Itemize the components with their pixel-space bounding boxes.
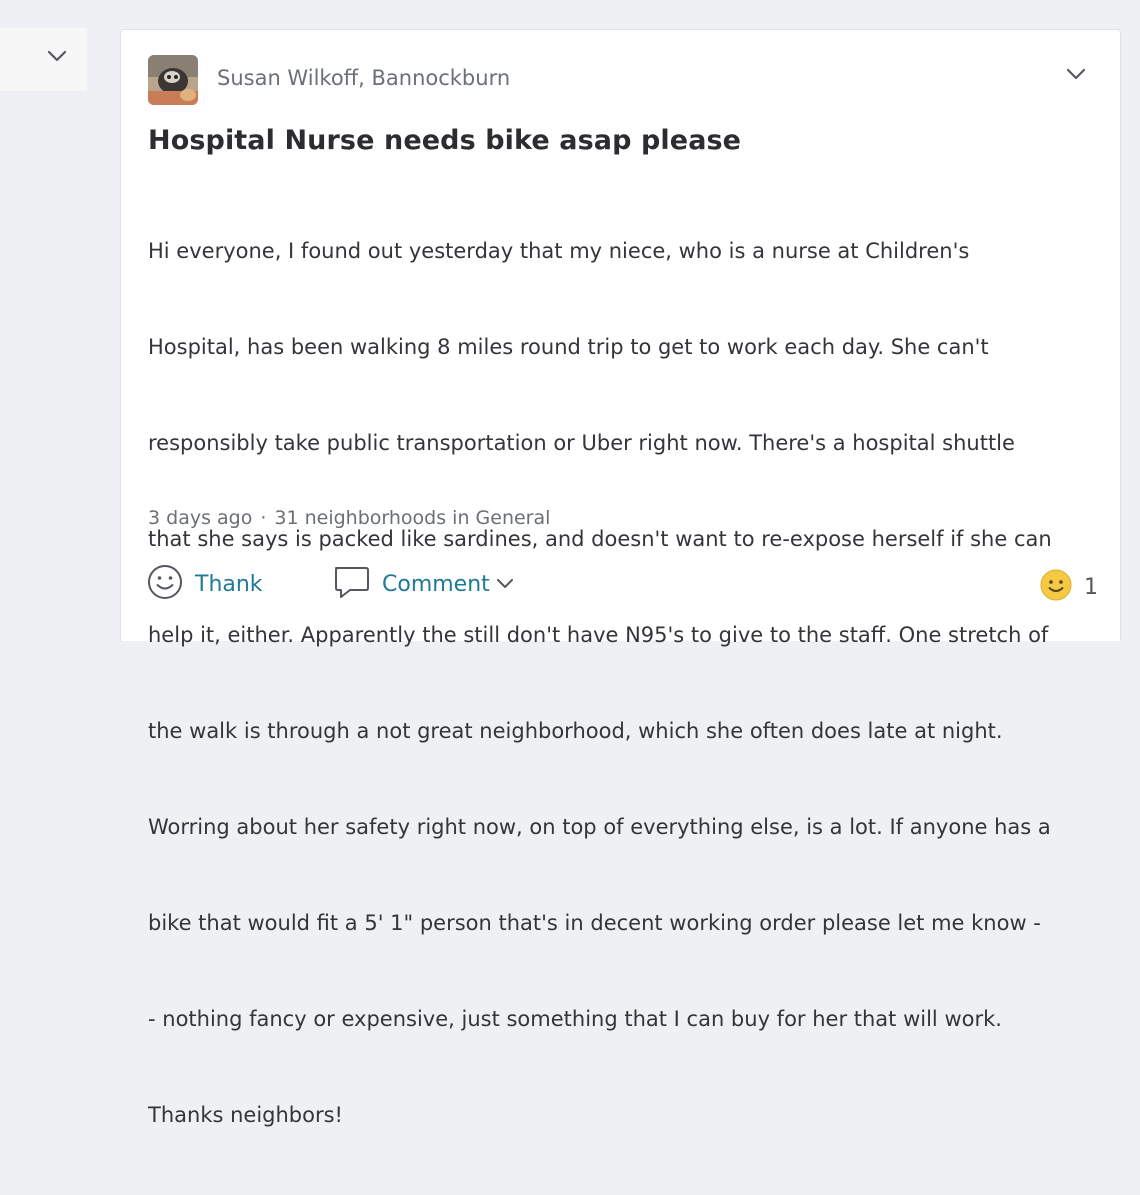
post-meta: 3 days ago · 31 neighborhoods in General: [148, 507, 550, 529]
smiley-outline-icon: [147, 564, 183, 604]
thank-button[interactable]: Thank: [147, 564, 263, 604]
reaction-summary[interactable]: 1: [1040, 569, 1098, 605]
left-panel: [0, 28, 87, 91]
post-title: Hospital Nurse needs bike asap please: [148, 125, 742, 156]
thank-label: Thank: [195, 571, 263, 597]
reaction-count: 1: [1084, 574, 1098, 600]
body-line: Worring about her safety right now, on t…: [148, 815, 1051, 839]
body-line: the walk is through a not great neighbor…: [148, 719, 1003, 743]
body-line: - nothing fancy or expensive, just somet…: [148, 1007, 1002, 1031]
smiley-emoji-icon: [1040, 569, 1072, 605]
author-name[interactable]: Susan Wilkoff, Bannockburn: [217, 66, 510, 90]
comment-label: Comment: [382, 571, 490, 597]
timestamp[interactable]: 3 days ago: [148, 507, 252, 529]
audience[interactable]: 31 neighborhoods in General: [274, 507, 550, 529]
body-line: bike that would fit a 5' 1" person that'…: [148, 911, 1041, 935]
post-menu-chevron-icon[interactable]: [1065, 66, 1087, 85]
post-body: Hi everyone, I found out yesterday that …: [148, 171, 1052, 1195]
body-line: Hi everyone, I found out yesterday that …: [148, 239, 970, 263]
chevron-down-icon[interactable]: [496, 575, 514, 594]
avatar[interactable]: [148, 55, 198, 105]
comment-button[interactable]: Comment: [332, 566, 514, 602]
body-line: Thanks neighbors!: [148, 1103, 343, 1127]
body-line: responsibly take public transportation o…: [148, 431, 1015, 455]
body-line: Hospital, has been walking 8 miles round…: [148, 335, 989, 359]
chevron-down-icon[interactable]: [46, 48, 68, 67]
body-line: help it, either. Apparently the still do…: [148, 623, 1049, 647]
meta-separator: ·: [260, 507, 267, 529]
speech-bubble-icon: [332, 564, 370, 604]
post-card: Susan Wilkoff, Bannockburn Hospital Nurs…: [120, 29, 1121, 1127]
